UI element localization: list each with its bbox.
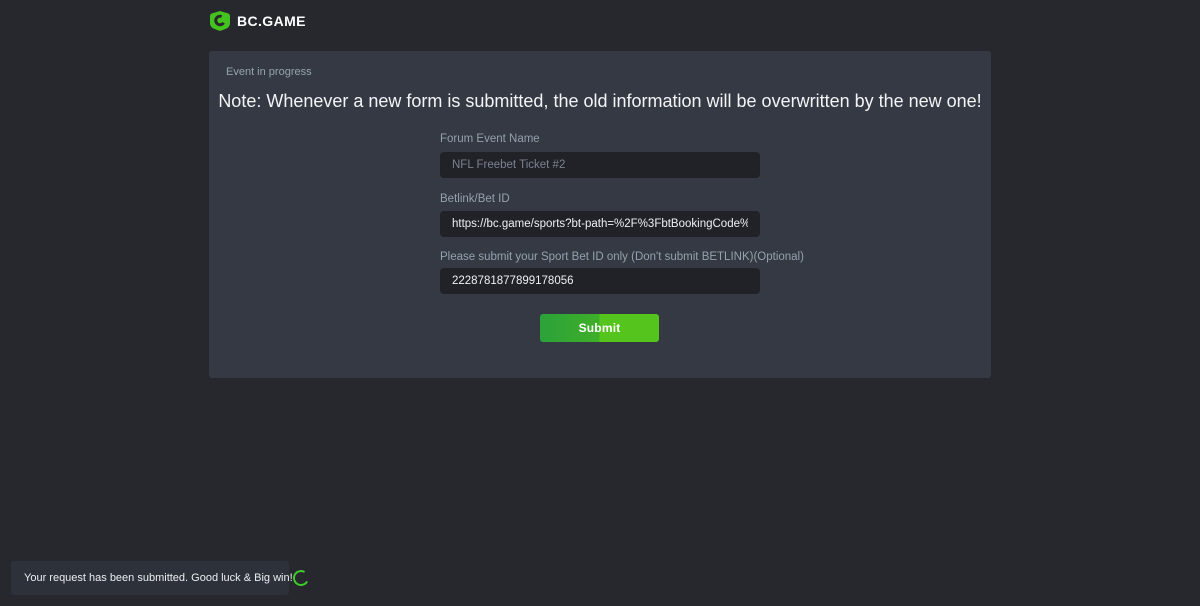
- betlink-bet-id-input[interactable]: [440, 211, 760, 237]
- toast-message: Your request has been submitted. Good lu…: [24, 572, 293, 584]
- form-note-heading: Note: Whenever a new form is submitted, …: [209, 91, 991, 112]
- toast-notification: Your request has been submitted. Good lu…: [11, 561, 289, 595]
- submit-button[interactable]: Submit: [540, 314, 659, 342]
- sport-bet-id-input[interactable]: [440, 268, 760, 294]
- spinner-icon: [291, 568, 311, 588]
- bc-shield-icon: [210, 10, 230, 31]
- page: BC.GAME Event in progress Note: Whenever…: [0, 0, 1200, 606]
- event-form-card: Event in progress Note: Whenever a new f…: [209, 51, 991, 378]
- brand-name: BC.GAME: [237, 13, 306, 29]
- forum-event-name-input[interactable]: [440, 152, 760, 178]
- top-header: BC.GAME: [0, 0, 1200, 44]
- forum-event-name-label: Forum Event Name: [440, 133, 540, 145]
- event-status-label: Event in progress: [226, 66, 312, 78]
- sport-bet-id-label: Please submit your Sport Bet ID only (Do…: [440, 251, 804, 263]
- brand-logo-link[interactable]: BC.GAME: [210, 10, 306, 31]
- betlink-bet-id-label: Betlink/Bet ID: [440, 193, 510, 205]
